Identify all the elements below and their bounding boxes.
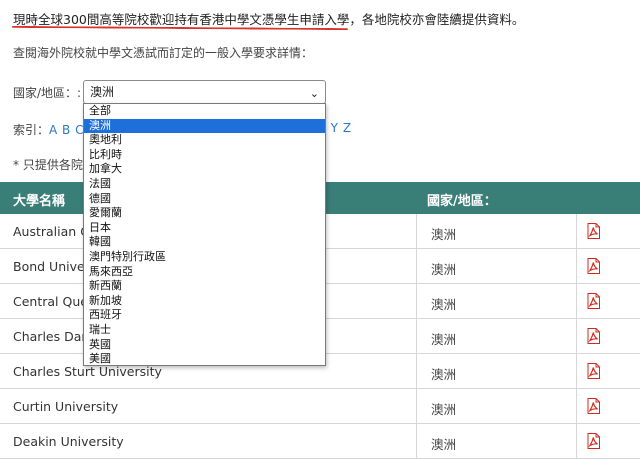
pdf-icon[interactable] bbox=[587, 363, 600, 379]
university-name[interactable]: Deakin University bbox=[13, 434, 124, 449]
dropdown-option[interactable]: 日本 bbox=[84, 221, 325, 236]
country-dropdown-list[interactable]: 全部 澳洲 奧地利 比利時 加拿大 法國 德國 愛爾蘭 日本 韓國 澳門特別行政區 馬來西亞 新西蘭 新加… bbox=[83, 103, 326, 366]
university-country: 澳洲 bbox=[431, 297, 457, 312]
pdf-icon[interactable] bbox=[587, 433, 600, 449]
dropdown-option[interactable]: 瑞士 bbox=[84, 323, 325, 338]
university-country: 澳洲 bbox=[431, 262, 457, 277]
pdf-icon[interactable] bbox=[587, 328, 600, 344]
pdf-icon[interactable] bbox=[587, 398, 600, 414]
header-country: 國家/地區： bbox=[427, 194, 497, 209]
country-filter-label: 國家/地區：: bbox=[13, 85, 82, 100]
dropdown-option[interactable]: 美國 bbox=[84, 352, 325, 367]
university-country: 澳洲 bbox=[431, 227, 457, 242]
country-filter-row: 國家/地區：: 澳洲 ⌄ bbox=[13, 80, 326, 104]
dropdown-option[interactable]: 澳門特別行政區 bbox=[84, 250, 325, 265]
table-row: Deakin University 澳洲 bbox=[0, 424, 640, 459]
table-row: Curtin University 澳洲 bbox=[0, 389, 640, 424]
dropdown-option[interactable]: 奧地利 bbox=[84, 133, 325, 148]
dropdown-option[interactable]: 全部 bbox=[84, 104, 325, 119]
university-country: 澳洲 bbox=[431, 332, 457, 347]
dropdown-option[interactable]: 韓國 bbox=[84, 235, 325, 250]
dropdown-option[interactable]: 法國 bbox=[84, 177, 325, 192]
column-divider bbox=[576, 214, 577, 459]
pdf-icon[interactable] bbox=[587, 293, 600, 309]
chevron-down-icon: ⌄ bbox=[309, 87, 319, 100]
country-select[interactable]: 澳洲 ⌄ bbox=[83, 80, 326, 104]
university-country: 澳洲 bbox=[431, 367, 457, 382]
column-divider bbox=[416, 214, 417, 459]
dropdown-option[interactable]: 澳洲 bbox=[84, 118, 325, 134]
header-university-name: 大學名稱 bbox=[13, 194, 66, 209]
dropdown-option[interactable]: 加拿大 bbox=[84, 162, 325, 177]
dropdown-option[interactable]: 愛爾蘭 bbox=[84, 206, 325, 221]
country-select-value: 澳洲 bbox=[90, 85, 115, 99]
university-country: 澳洲 bbox=[431, 437, 457, 452]
dropdown-option[interactable]: 英國 bbox=[84, 338, 325, 353]
university-country: 澳洲 bbox=[431, 402, 457, 417]
subtitle: 查閱海外院校就中學文憑試而訂定的一般入學要求詳情： bbox=[13, 46, 314, 60]
index-label: 索引： bbox=[13, 123, 50, 137]
pdf-icon[interactable] bbox=[587, 258, 600, 274]
dropdown-option[interactable]: 德國 bbox=[84, 192, 325, 207]
dropdown-option[interactable]: 西班牙 bbox=[84, 308, 325, 323]
pdf-icon[interactable] bbox=[587, 223, 600, 239]
dropdown-option[interactable]: 新加坡 bbox=[84, 294, 325, 309]
dropdown-option[interactable]: 馬來西亞 bbox=[84, 265, 325, 280]
university-name[interactable]: Curtin University bbox=[13, 399, 118, 414]
intro-text: 現時全球300間高等院校歡迎持有香港中學文憑學生申請入學，各地院校亦會陸續提供資… bbox=[13, 12, 525, 27]
note: * 只提供各院 bbox=[13, 158, 83, 172]
dropdown-option[interactable]: 新西蘭 bbox=[84, 279, 325, 294]
dropdown-option[interactable]: 比利時 bbox=[84, 148, 325, 163]
